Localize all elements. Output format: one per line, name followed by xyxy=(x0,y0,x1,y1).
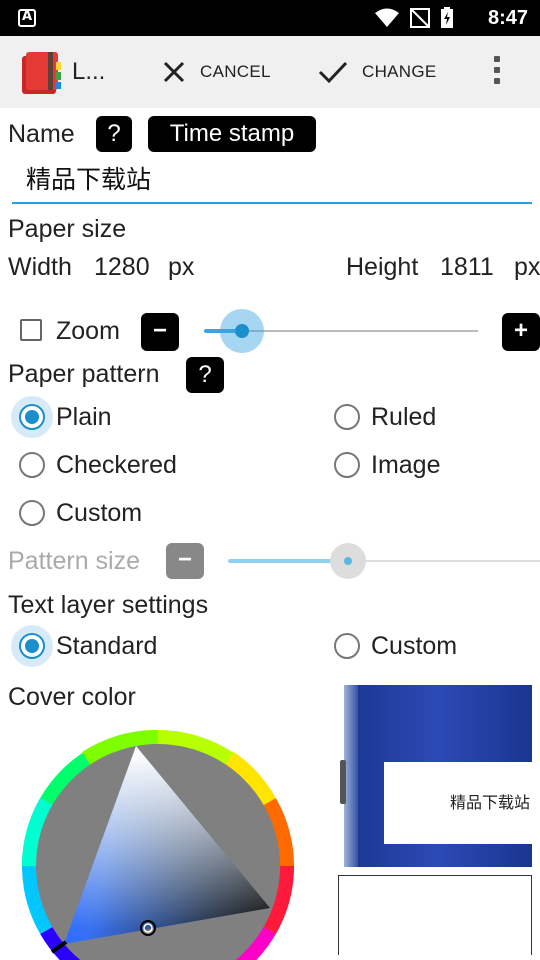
zoom-plus-button[interactable]: + xyxy=(502,313,540,351)
height-value[interactable]: 1811 xyxy=(440,253,494,282)
battery-charging-icon xyxy=(441,7,453,28)
app-title: L... xyxy=(72,58,106,85)
name-label: Name xyxy=(8,120,75,148)
name-input[interactable]: 精品下载站 xyxy=(12,158,532,204)
text-layer-standard-radio[interactable] xyxy=(19,633,45,659)
height-unit: px xyxy=(514,253,540,281)
paper-pattern-help-button[interactable]: ? xyxy=(186,357,224,393)
cover-preview-title: 精品下载站 xyxy=(384,762,532,844)
zoom-label: Zoom xyxy=(56,317,120,345)
cover-preview-clip xyxy=(340,760,346,804)
height-label: Height xyxy=(346,253,419,281)
paper-pattern-label: Paper pattern xyxy=(8,360,160,388)
page-preview xyxy=(338,875,532,955)
status-icons xyxy=(374,6,454,30)
text-layer-custom-radio[interactable] xyxy=(334,633,360,659)
paper-size-label: Paper size xyxy=(8,215,127,243)
pattern-size-label: Pattern size xyxy=(8,547,141,575)
width-unit: px xyxy=(168,253,195,281)
notification-app-icon xyxy=(18,9,36,27)
cover-preview: 精品下载站 xyxy=(344,685,532,867)
check-icon xyxy=(318,61,348,84)
cancel-button[interactable]: CANCEL xyxy=(162,54,271,90)
width-label: Width xyxy=(8,253,72,281)
zoom-checkbox[interactable] xyxy=(20,319,42,341)
notebook-app-icon xyxy=(22,52,61,94)
status-time: 8:47 xyxy=(487,7,528,29)
pattern-ruled-radio[interactable] xyxy=(334,404,360,430)
pattern-checkered-label[interactable]: Checkered xyxy=(56,451,177,480)
zoom-minus-button[interactable]: − xyxy=(141,313,179,351)
pattern-size-slider-track[interactable] xyxy=(348,560,540,562)
pattern-size-minus-button[interactable]: − xyxy=(166,543,204,579)
close-icon xyxy=(163,61,185,83)
pattern-ruled-label[interactable]: Ruled xyxy=(371,403,436,432)
change-label: CHANGE xyxy=(362,62,437,81)
wifi-icon xyxy=(375,8,399,27)
text-layer-settings-label: Text layer settings xyxy=(8,591,209,619)
status-bar: 8:47 xyxy=(0,0,540,36)
pattern-image-label[interactable]: Image xyxy=(371,451,440,480)
cancel-label: CANCEL xyxy=(200,62,271,81)
text-layer-custom-label[interactable]: Custom xyxy=(371,632,457,661)
pattern-custom-label[interactable]: Custom xyxy=(56,499,142,528)
pattern-plain-label[interactable]: Plain xyxy=(56,403,112,432)
name-help-button[interactable]: ? xyxy=(96,116,132,152)
cover-preview-spine xyxy=(344,685,358,867)
change-button[interactable]: CHANGE xyxy=(318,54,437,90)
pattern-custom-radio[interactable] xyxy=(19,500,45,526)
pattern-plain-radio[interactable] xyxy=(19,404,45,430)
time-stamp-button[interactable]: Time stamp xyxy=(148,116,316,152)
pattern-checkered-radio[interactable] xyxy=(19,452,45,478)
width-value[interactable]: 1280 xyxy=(94,253,150,282)
zoom-slider-thumb[interactable] xyxy=(235,324,249,338)
pattern-size-slider-thumb[interactable] xyxy=(344,557,352,565)
overflow-menu-icon[interactable] xyxy=(490,56,504,90)
no-signal-icon xyxy=(410,8,430,28)
color-wheel-picker[interactable] xyxy=(22,730,294,960)
cover-color-label: Cover color xyxy=(8,683,136,711)
hue-ring[interactable] xyxy=(22,730,294,960)
text-layer-standard-label[interactable]: Standard xyxy=(56,632,157,661)
pattern-image-radio[interactable] xyxy=(334,452,360,478)
